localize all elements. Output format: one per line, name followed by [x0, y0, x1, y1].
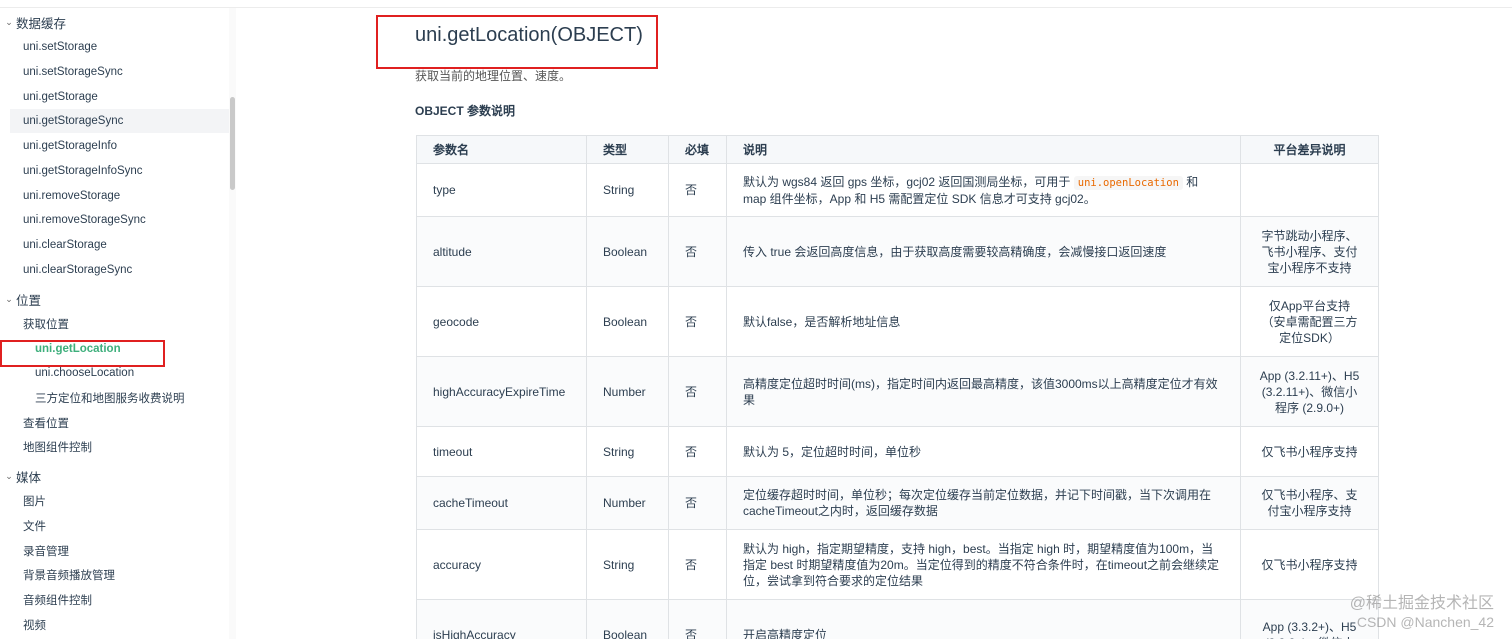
- chevron-down-icon: ⌄: [5, 293, 13, 304]
- desc-text: 默认为 wgs84 返回 gps 坐标，gcj02 返回国测局坐标，可用于: [743, 174, 1071, 189]
- cell-type: Number: [586, 476, 669, 530]
- cell-platform: App (3.3.2+)、H5 (3.3.2+)、微信小: [1240, 599, 1379, 639]
- cell-name: timeout: [416, 426, 587, 477]
- cell-required: 否: [668, 163, 727, 217]
- table-row: cacheTimeout Number 否 定位缓存超时时间，单位秒；每次定位缓…: [416, 476, 1379, 530]
- sidebar-item-recorder[interactable]: 录音管理: [23, 539, 69, 563]
- table-row: altitude Boolean 否 传入 true 会返回高度信息，由于获取高…: [416, 216, 1379, 287]
- inline-code-link[interactable]: uni.openLocation: [1073, 175, 1183, 190]
- header-type: 类型: [586, 135, 669, 164]
- sidebar-scrollbar-thumb[interactable]: [230, 97, 235, 190]
- sidebar-item-getstorageinfo[interactable]: uni.getStorageInfo: [23, 134, 117, 158]
- cell-name: cacheTimeout: [416, 476, 587, 530]
- cell-description: 默认为 wgs84 返回 gps 坐标，gcj02 返回国测局坐标，可用于 un…: [726, 163, 1241, 217]
- page-description: 获取当前的地理位置、速度。: [415, 69, 572, 83]
- sidebar-group-label: 位置: [16, 293, 42, 308]
- cell-platform: 字节跳动小程序、飞书小程序、支付宝小程序不支持: [1240, 216, 1379, 287]
- cell-required: 否: [668, 426, 727, 477]
- cell-type: String: [586, 426, 669, 477]
- chevron-down-icon: ⌄: [5, 16, 13, 27]
- sidebar-item-get-location-section[interactable]: 获取位置: [23, 312, 69, 336]
- cell-platform: 仅飞书小程序、支付宝小程序支持: [1240, 476, 1379, 530]
- cell-description: 高精度定位超时时间(ms)，指定时间内返回最高精度，该值3000ms以上高精度定…: [726, 356, 1241, 427]
- header-name: 参数名: [416, 135, 587, 164]
- cell-name: altitude: [416, 216, 587, 287]
- sidebar-item-setstoragesync[interactable]: uni.setStorageSync: [23, 60, 123, 84]
- sidebar-item-removestorage[interactable]: uni.removeStorage: [23, 184, 120, 208]
- sidebar-item-image[interactable]: 图片: [23, 489, 46, 513]
- cell-name: geocode: [416, 286, 587, 357]
- sidebar-item-chooselocation[interactable]: uni.chooseLocation: [35, 361, 134, 385]
- sidebar-item-video[interactable]: 视频: [23, 613, 46, 637]
- sidebar-group-media[interactable]: ⌄ 媒体: [0, 464, 41, 488]
- cell-description: 定位缓存超时时间，单位秒；每次定位缓存当前定位数据，并记下时间戳，当下次调用在c…: [726, 476, 1241, 530]
- sidebar-item-getstorage[interactable]: uni.getStorage: [23, 85, 98, 109]
- section-title: OBJECT 参数说明: [415, 104, 516, 118]
- highlight-box-title: [376, 15, 658, 69]
- cell-type: Boolean: [586, 599, 669, 639]
- sidebar-group-location[interactable]: ⌄ 位置: [0, 287, 41, 311]
- cell-type: String: [586, 163, 669, 217]
- cell-type: Boolean: [586, 286, 669, 357]
- sidebar-item-getstorageinfosync[interactable]: uni.getStorageInfoSync: [23, 159, 143, 183]
- cell-description: 开启高精度定位: [726, 599, 1241, 639]
- sidebar-item-file[interactable]: 文件: [23, 514, 46, 538]
- table-row: isHighAccuracy Boolean 否 开启高精度定位 App (3.…: [416, 599, 1379, 639]
- cell-required: 否: [668, 286, 727, 357]
- sidebar-item-map-control[interactable]: 地图组件控制: [23, 435, 92, 459]
- cell-required: 否: [668, 216, 727, 287]
- cell-name: isHighAccuracy: [416, 599, 587, 639]
- cell-platform: 仅飞书小程序支持: [1240, 426, 1379, 477]
- table-row: accuracy String 否 默认为 high，指定期望精度，支持 hig…: [416, 529, 1379, 600]
- cell-type: Number: [586, 356, 669, 427]
- sidebar-item-audio-control[interactable]: 音频组件控制: [23, 588, 92, 612]
- header-description: 说明: [726, 135, 1241, 164]
- cell-name: type: [416, 163, 587, 217]
- cell-description: 默认false，是否解析地址信息: [726, 286, 1241, 357]
- cell-required: 否: [668, 599, 727, 639]
- cell-name: accuracy: [416, 529, 587, 600]
- sidebar-item-view-location[interactable]: 查看位置: [23, 411, 69, 435]
- sidebar-group-label: 媒体: [16, 470, 42, 485]
- cell-name: highAccuracyExpireTime: [416, 356, 587, 427]
- params-table: 参数名 类型 必填 说明 平台差异说明 type String 否 默认为 wg…: [416, 135, 1379, 639]
- cell-platform: [1240, 163, 1379, 217]
- chevron-down-icon: ⌄: [5, 470, 13, 481]
- cell-type: String: [586, 529, 669, 600]
- table-row: type String 否 默认为 wgs84 返回 gps 坐标，gcj02 …: [416, 163, 1379, 217]
- top-bar: [0, 0, 1512, 8]
- sidebar-item-bg-audio[interactable]: 背景音频播放管理: [23, 563, 115, 587]
- sidebar-item-setstorage[interactable]: uni.setStorage: [23, 35, 97, 59]
- header-required: 必填: [668, 135, 727, 164]
- cell-required: 否: [668, 476, 727, 530]
- cell-description: 默认为 high，指定期望精度，支持 high，best。当指定 high 时，…: [726, 529, 1241, 600]
- header-platform: 平台差异说明: [1240, 135, 1379, 164]
- cell-required: 否: [668, 529, 727, 600]
- cell-platform: 仅飞书小程序支持: [1240, 529, 1379, 600]
- sidebar-item-removestoragesync[interactable]: uni.removeStorageSync: [23, 208, 146, 232]
- cell-required: 否: [668, 356, 727, 427]
- sidebar-item-clearstoragesync[interactable]: uni.clearStorageSync: [23, 258, 132, 282]
- cell-platform: 仅App平台支持（安卓需配置三方定位SDK）: [1240, 286, 1379, 357]
- table-header-row: 参数名 类型 必填 说明 平台差异说明: [416, 135, 1379, 164]
- sidebar-group-label: 数据缓存: [16, 16, 67, 31]
- table-row: timeout String 否 默认为 5，定位超时时间，单位秒 仅飞书小程序…: [416, 426, 1379, 477]
- cell-type: Boolean: [586, 216, 669, 287]
- cell-platform: App (3.2.11+)、H5 (3.2.11+)、微信小程序 (2.9.0+…: [1240, 356, 1379, 427]
- sidebar-item-getstoragesync[interactable]: uni.getStorageSync: [10, 109, 229, 133]
- table-row: geocode Boolean 否 默认false，是否解析地址信息 仅App平…: [416, 286, 1379, 357]
- sidebar-item-third-party-location[interactable]: 三方定位和地图服务收费说明: [35, 386, 185, 410]
- cell-description: 传入 true 会返回高度信息，由于获取高度需要较高精确度，会减慢接口返回速度: [726, 216, 1241, 287]
- table-row: highAccuracyExpireTime Number 否 高精度定位超时时…: [416, 356, 1379, 427]
- sidebar-group-storage[interactable]: ⌄ 数据缓存: [0, 10, 66, 34]
- sidebar-item-clearstorage[interactable]: uni.clearStorage: [23, 233, 107, 257]
- cell-description: 默认为 5，定位超时时间，单位秒: [726, 426, 1241, 477]
